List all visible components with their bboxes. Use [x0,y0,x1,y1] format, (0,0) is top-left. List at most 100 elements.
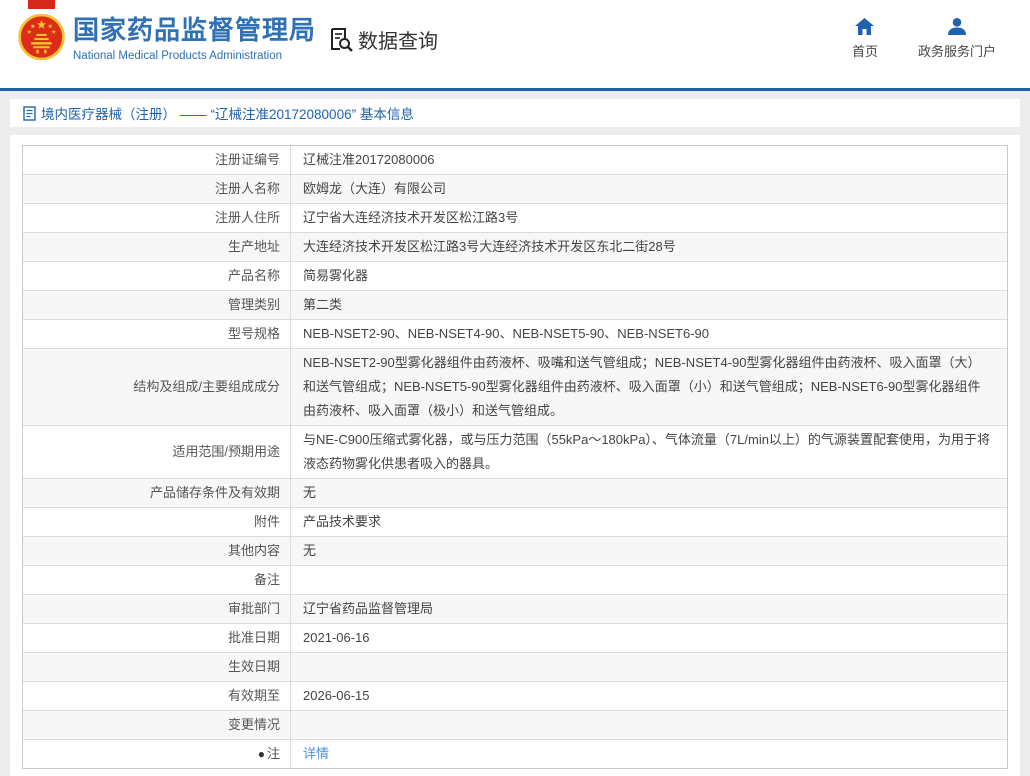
breadcrumb-bar: 境内医疗器械（注册） —— “辽械注准20172080006” 基本信息 [10,99,1020,127]
row-value: 辽宁省药品监督管理局 [291,595,1007,623]
nav-item-gov-portal[interactable]: 政务服务门户 [918,18,996,60]
row-value: 无 [291,537,1007,565]
row-value: NEB-NSET2-90、NEB-NSET4-90、NEB-NSET5-90、N… [291,320,1007,348]
table-row: 有效期至 2026-06-15 [23,682,1007,711]
row-value-text: 产品技术要求 [303,510,381,534]
row-label: 注册证编号 [23,146,291,174]
table-row: ●注详情 [23,740,1007,768]
row-value-text: 大连经济技术开发区松江路3号大连经济技术开发区东北二街28号 [303,235,676,259]
content-panel: 注册证编号辽械注准20172080006注册人名称欧姆龙（大连）有限公司注册人住… [10,135,1020,776]
table-row: 注册证编号辽械注准20172080006 [23,146,1007,175]
row-label-text: 产品名称 [228,264,280,288]
row-label: 管理类别 [23,291,291,319]
row-label-text: 注册人名称 [215,177,280,201]
document-icon [23,106,36,121]
row-label: 变更情况 [23,711,291,739]
top-nav: 首页 政务服务门户 [852,18,996,60]
row-label-text: 结构及组成/主要组成成分 [133,375,280,399]
row-value: 产品技术要求 [291,508,1007,536]
row-value: 详情 [291,740,1007,768]
row-value-text: 辽宁省大连经济技术开发区松江路3号 [303,206,518,230]
table-row: 附件产品技术要求 [23,508,1007,537]
row-label-text: 注册人住所 [215,206,280,230]
row-value: 简易雾化器 [291,262,1007,290]
row-label: ●注 [23,740,291,768]
table-row: 生效日期 [23,653,1007,682]
row-label-text: 注 [267,742,280,766]
row-label-text: 生效日期 [228,655,280,679]
row-value-text: 简易雾化器 [303,264,368,288]
row-label: 结构及组成/主要组成成分 [23,349,291,425]
row-value-text: NEB-NSET2-90、NEB-NSET4-90、NEB-NSET5-90、N… [303,322,709,346]
row-value: 第二类 [291,291,1007,319]
row-value-text: 辽宁省药品监督管理局 [303,597,433,621]
table-row: 生产地址大连经济技术开发区松江路3号大连经济技术开发区东北二街28号 [23,233,1007,262]
row-value: 辽械注准20172080006 [291,146,1007,174]
table-row: 管理类别第二类 [23,291,1007,320]
row-value-text: 与NE-C900压缩式雾化器，或与压力范围（55kPa～180kPa）、气体流量… [303,428,993,476]
table-row: 适用范围/预期用途与NE-C900压缩式雾化器，或与压力范围（55kPa～180… [23,426,1007,479]
detail-link[interactable]: 详情 [303,742,329,766]
row-label-text: 批准日期 [228,626,280,650]
national-emblem-logo [17,12,66,62]
row-value-text: 无 [303,481,316,505]
data-query-button[interactable]: 数据查询 [327,25,438,54]
brand-title-en: National Medical Products Administration [73,48,316,64]
row-value: NEB-NSET2-90型雾化器组件由药液杯、吸嘴和送气管组成；NEB-NSET… [291,349,1007,425]
table-row: 产品储存条件及有效期无 [23,479,1007,508]
brand-block: 国家药品监督管理局 National Medical Products Admi… [73,15,316,64]
row-label: 生产地址 [23,233,291,261]
breadcrumb: 境内医疗器械（注册） —— “辽械注准20172080006” 基本信息 [41,103,414,123]
row-label: 附件 [23,508,291,536]
row-label: 产品储存条件及有效期 [23,479,291,507]
data-query-icon [327,26,354,53]
row-label: 审批部门 [23,595,291,623]
row-label: 备注 [23,566,291,594]
row-label-text: 产品储存条件及有效期 [150,481,280,505]
brand-title-zh: 国家药品监督管理局 [73,15,316,45]
table-row: 结构及组成/主要组成成分 NEB-NSET2-90型雾化器组件由药液杯、吸嘴和送气… [23,349,1007,426]
row-label-text: 备注 [254,568,280,592]
row-label: 其他内容 [23,537,291,565]
row-value: 无 [291,479,1007,507]
row-value: 2026-06-15 [291,682,1007,710]
row-label-text: 注册证编号 [215,148,280,172]
row-value: 大连经济技术开发区松江路3号大连经济技术开发区东北二街28号 [291,233,1007,261]
row-label-text: 其他内容 [228,539,280,563]
row-label: 型号规格 [23,320,291,348]
row-label: 注册人住所 [23,204,291,232]
page-header: 国家药品监督管理局 National Medical Products Admi… [0,0,1030,88]
row-value [291,566,1007,594]
row-label-text: 变更情况 [228,713,280,737]
row-value-text: 辽械注准20172080006 [303,148,435,172]
registration-detail-table: 注册证编号辽械注准20172080006注册人名称欧姆龙（大连）有限公司注册人住… [22,145,1008,769]
row-value: 2021-06-16 [291,624,1007,652]
note-icon: ● [258,742,265,766]
row-value-text: NEB-NSET2-90型雾化器组件由药液杯、吸嘴和送气管组成；NEB-NSET… [303,351,993,423]
table-row: 审批部门辽宁省药品监督管理局 [23,595,1007,624]
table-row: 产品名称简易雾化器 [23,262,1007,291]
row-label: 适用范围/预期用途 [23,426,291,478]
row-label-text: 型号规格 [228,322,280,346]
table-row: 其他内容无 [23,537,1007,566]
row-value [291,711,1007,739]
row-label: 有效期至 [23,682,291,710]
table-row: 注册人住所辽宁省大连经济技术开发区松江路3号 [23,204,1007,233]
row-label-text: 有效期至 [228,684,280,708]
row-label-text: 审批部门 [228,597,280,621]
nav-item-label: 首页 [852,41,878,60]
red-banner [28,0,55,9]
row-value-text: 欧姆龙（大连）有限公司 [303,177,446,201]
row-value-text: 2021-06-16 [303,626,370,650]
nav-item-home[interactable]: 首页 [852,18,878,60]
row-value [291,653,1007,681]
nav-item-label: 政务服务门户 [918,41,996,60]
row-label: 产品名称 [23,262,291,290]
home-icon [855,18,874,35]
row-label-text: 适用范围/预期用途 [172,440,280,464]
table-row: 变更情况 [23,711,1007,740]
row-value: 欧姆龙（大连）有限公司 [291,175,1007,203]
row-value: 辽宁省大连经济技术开发区松江路3号 [291,204,1007,232]
row-label-text: 管理类别 [228,293,280,317]
row-label-text: 生产地址 [228,235,280,259]
